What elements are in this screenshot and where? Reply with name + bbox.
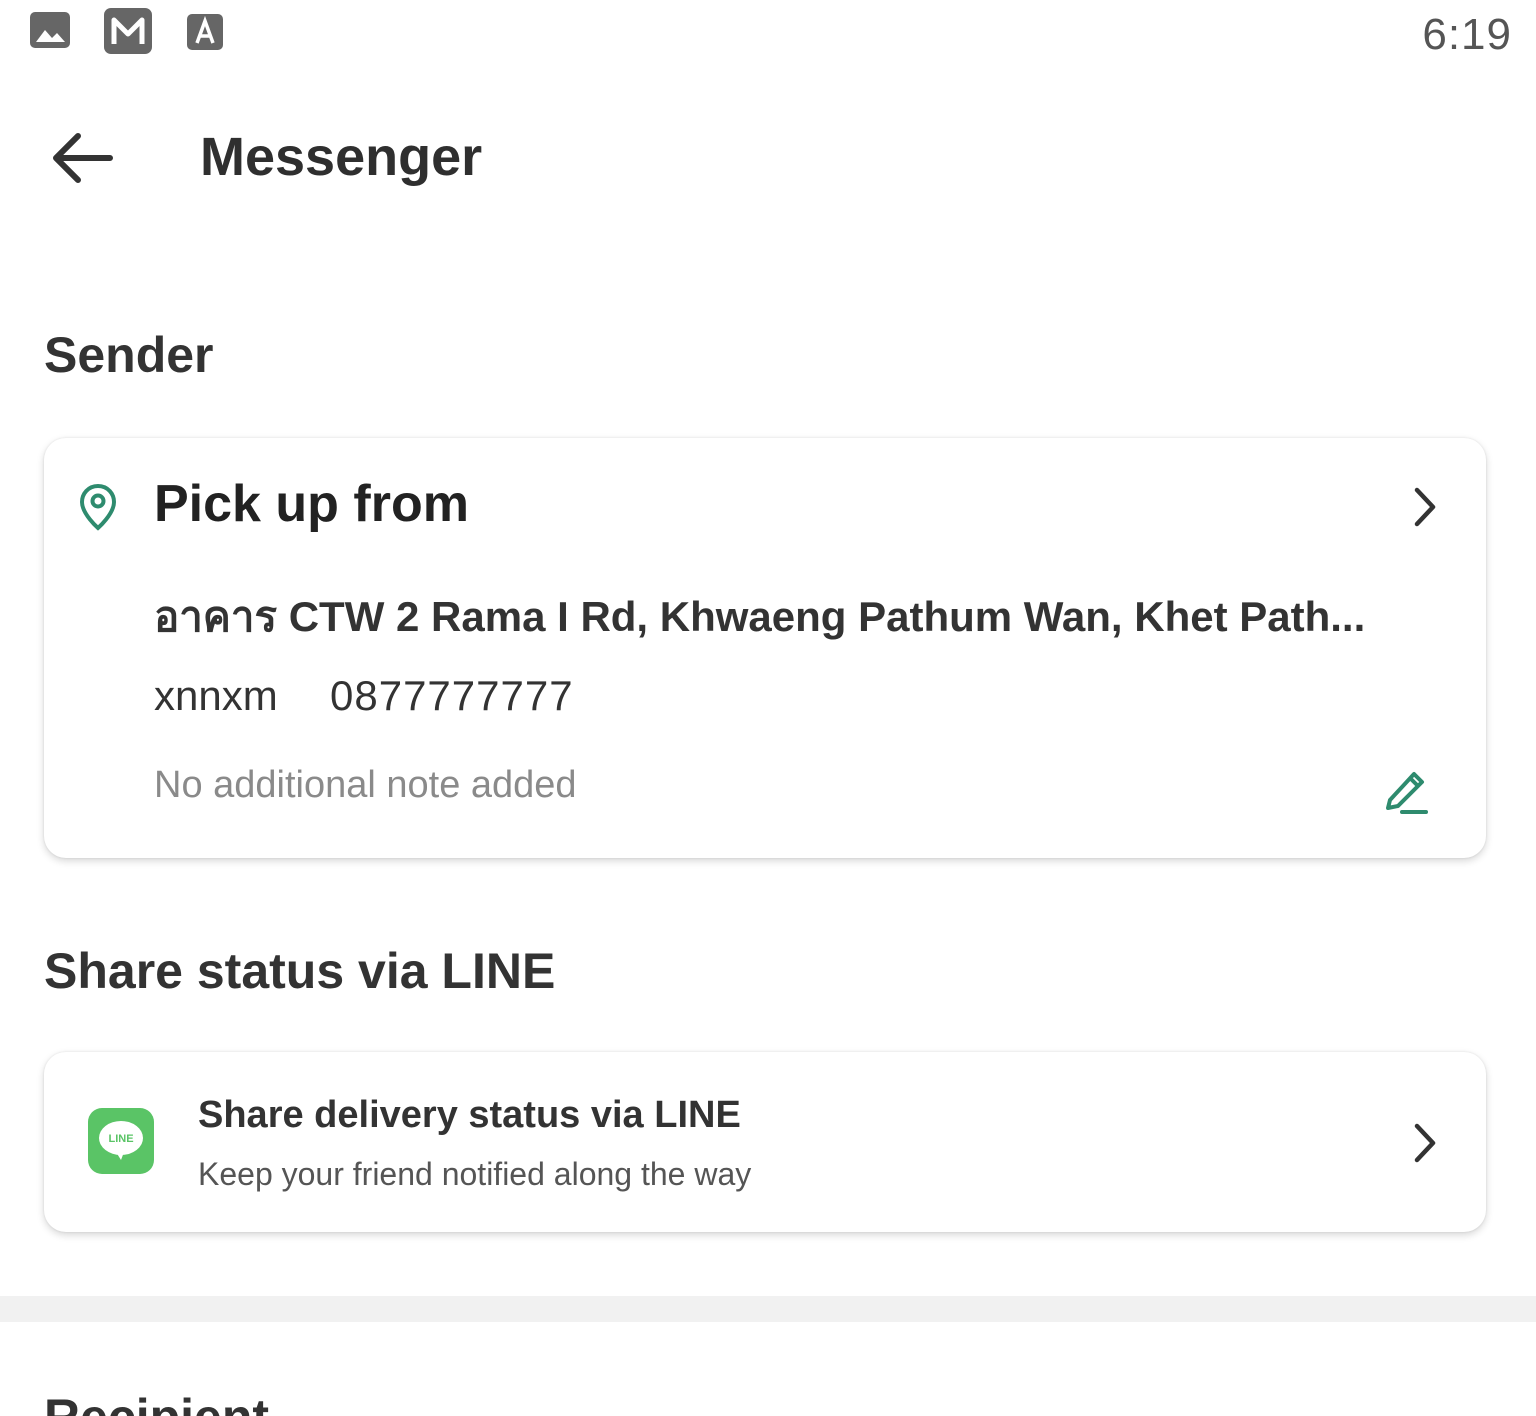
recipient-section-title: Recipient [44,1388,269,1416]
contact-phone: 0877777777 [330,672,574,719]
chevron-right-icon[interactable] [1410,1120,1440,1166]
sender-section-title: Sender [44,327,214,383]
gmail-icon [104,8,152,54]
messenger-screen: 6:19 Messenger Sender Pick up from อาคาร… [0,0,1536,1416]
font-icon [187,14,223,50]
clock: 6:19 [1422,10,1512,59]
share-line-title: Share delivery status via LINE [198,1094,741,1136]
line-logo-text: LINE [108,1133,133,1145]
line-logo-icon: LINE [88,1108,154,1174]
arrow-left-icon[interactable] [44,126,120,190]
app-bar: Messenger [0,90,1536,230]
edit-pencil-icon[interactable] [1380,764,1432,816]
share-section-title: Share status via LINE [44,943,556,999]
page-title: Messenger [200,127,483,187]
pickup-card[interactable]: Pick up from อาคาร CTW 2 Rama I Rd, Khwa… [44,438,1486,858]
status-bar: 6:19 [0,0,1536,64]
chevron-right-icon[interactable] [1410,484,1440,530]
section-divider [0,1296,1536,1322]
pickup-note: No additional note added [154,764,577,806]
contact-name: xnnxm [154,672,278,719]
share-line-subtitle: Keep your friend notified along the way [198,1156,752,1192]
gallery-icon [30,12,70,48]
location-pin-icon [79,483,117,531]
pickup-address: อาคาร CTW 2 Rama I Rd, Khwaeng Pathum Wa… [154,593,1366,640]
share-line-card[interactable]: LINE Share delivery status via LINE Keep… [44,1052,1486,1232]
pickup-title: Pick up from [154,475,469,533]
